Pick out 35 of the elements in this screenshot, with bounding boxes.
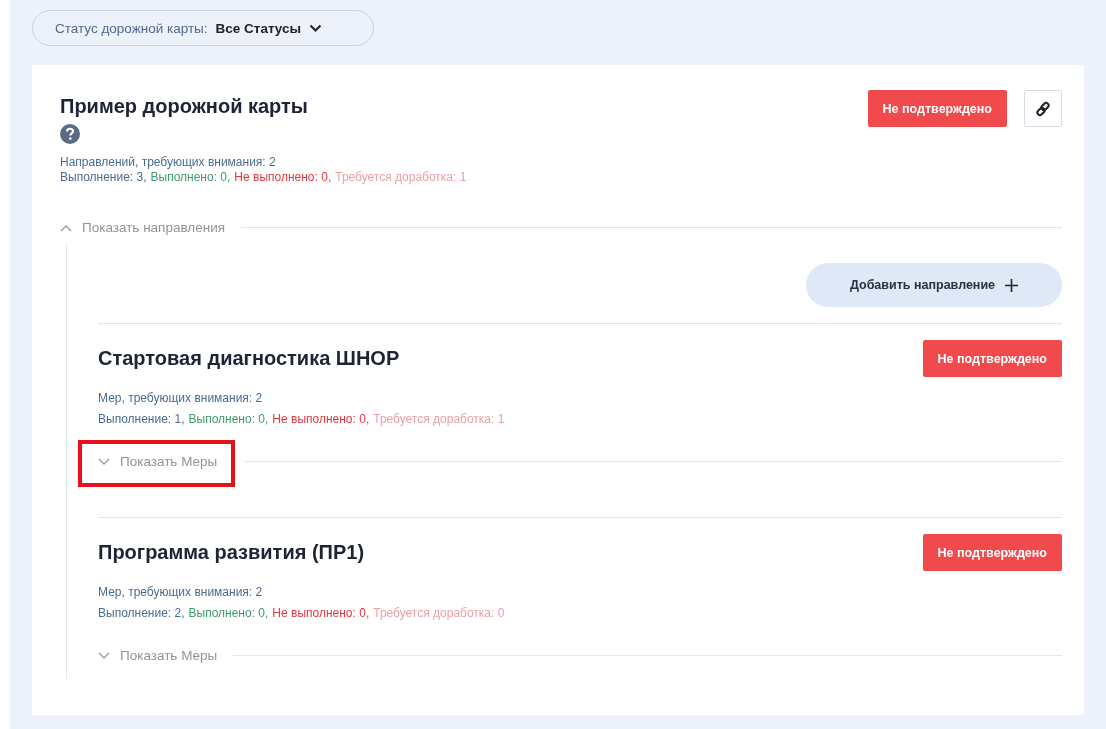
stat-text: Выполнено: 0, — [188, 412, 269, 426]
stat-text: Выполнение: 1, — [98, 412, 185, 426]
link-button[interactable] — [1024, 90, 1062, 127]
plus-icon — [1005, 278, 1019, 292]
stat-text: Не выполнено: 0, — [234, 170, 332, 184]
stat-text: Требуется доработка: 1 — [335, 170, 467, 184]
chevron-up-icon — [60, 223, 72, 232]
direction-title: Программа развития (ПР1) — [98, 541, 365, 564]
status-badge: Не подтверждено — [867, 90, 1007, 127]
chevron-down-icon — [98, 457, 110, 466]
stat-text: Не выполнено: 0, — [272, 412, 370, 426]
status-badge: Не подтверждено — [922, 534, 1062, 571]
chevron-down-icon — [98, 651, 110, 660]
stat-text: Требуется доработка: 0 — [373, 606, 505, 620]
toggle-link[interactable]: Показать Меры — [82, 444, 232, 483]
toggle-link[interactable]: Показать направления — [60, 212, 229, 243]
stat-text: Требуется доработка: 1 — [373, 412, 505, 426]
stat-text: Выполнено: 0, — [188, 606, 269, 620]
toggle-link[interactable]: Показать Меры — [98, 640, 222, 671]
filter-value: Все Статусы — [215, 20, 302, 36]
filter-label: Статус дорожной карты: — [55, 20, 208, 36]
stat-text: Не выполнено: 0, — [272, 606, 370, 620]
add-direction-button[interactable]: Добавить направление — [806, 263, 1062, 307]
roadmap-title: Пример дорожной карты — [60, 95, 308, 118]
summary-text: Направлений, требующих внимания: 2 — [60, 155, 277, 169]
direction-title: Стартовая диагностика ШНОР — [98, 347, 400, 370]
chevron-down-icon — [309, 23, 323, 33]
stat-text: Выполнение: 3, — [60, 170, 147, 184]
link-icon — [1035, 100, 1051, 117]
stat-text: Выполнено: 0, — [150, 170, 231, 184]
stat-text: Выполнение: 2, — [98, 606, 185, 620]
help-icon[interactable] — [60, 124, 80, 144]
summary-text: Мер, требующих внимания: 2 — [98, 585, 264, 599]
summary-text: Мер, требующих внимания: 2 — [98, 391, 264, 405]
status-badge: Не подтверждено — [922, 340, 1062, 377]
